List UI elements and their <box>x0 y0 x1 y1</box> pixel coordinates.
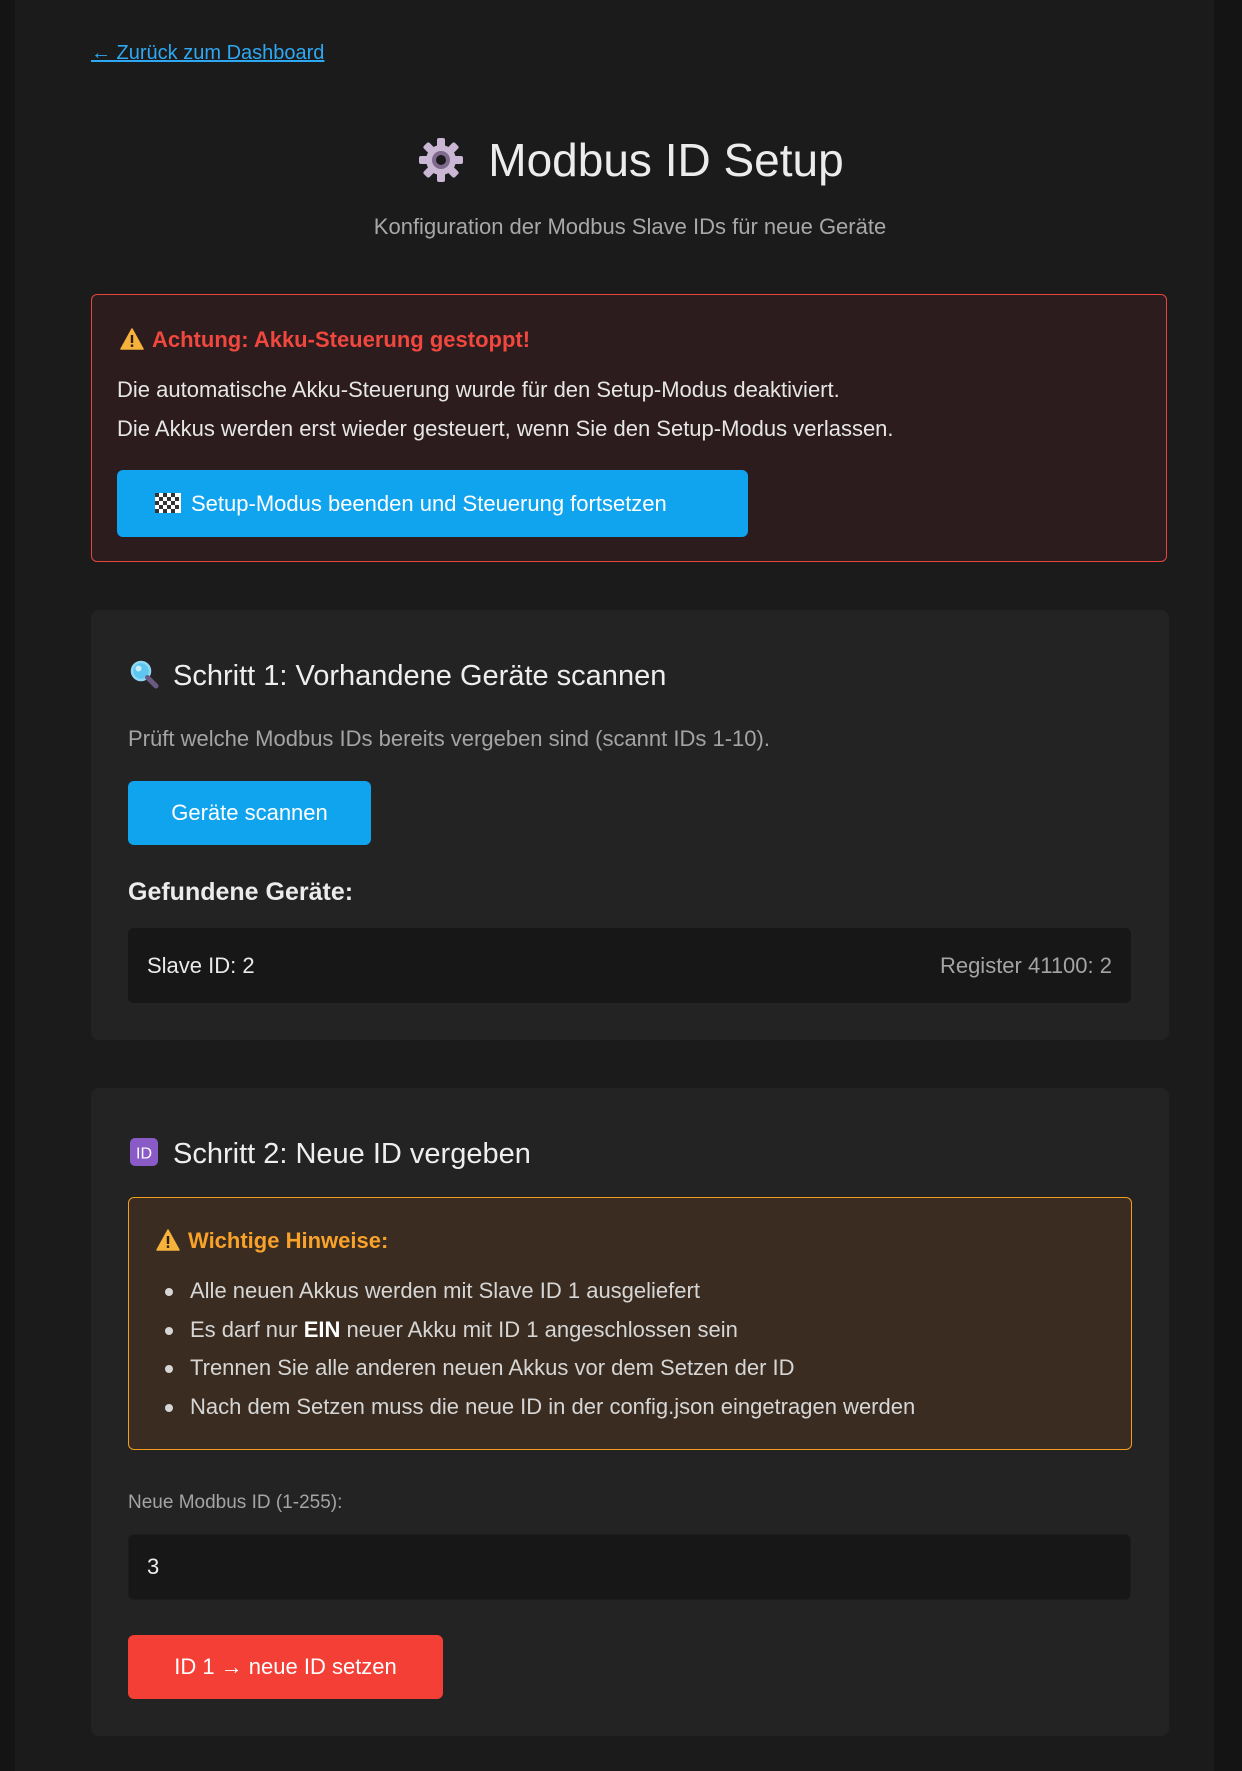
note-text: Trennen Sie alle anderen neuen Akkus vor… <box>190 1355 795 1380</box>
new-id-label: Neue Modbus ID (1-255): <box>128 1492 343 1513</box>
set-new-id-button[interactable]: ID 1 → neue ID setzen <box>128 1635 443 1699</box>
step1-heading: Schritt 1: Vorhandene Geräte scannen <box>129 656 666 696</box>
step2-card: ID Schritt 2: Neue ID vergeben Wichtige … <box>91 1088 1169 1736</box>
bullet <box>165 1326 173 1335</box>
notes-list-item: Alle neuen Akkus werden mit Slave ID 1 a… <box>157 1272 915 1311</box>
notes-title-text: Wichtige Hinweise: <box>188 1228 389 1253</box>
page-title-text: Modbus ID Setup <box>488 134 844 186</box>
notes-title: Wichtige Hinweise: <box>156 1228 388 1254</box>
step1-description: Prüft welche Modbus IDs bereits vergeben… <box>128 726 770 751</box>
step1-heading-text: Schritt 1: Vorhandene Geräte scannen <box>173 660 667 692</box>
svg-text:ID: ID <box>136 1146 152 1163</box>
alert-text-line-1: Die automatische Akku-Steuerung wurde fü… <box>117 377 840 402</box>
note-text: Nach dem Setzen muss die neue ID in der … <box>190 1393 916 1419</box>
warning-icon <box>120 328 144 350</box>
device-slave-id: Slave ID: 2 <box>147 953 255 978</box>
new-modbus-id-input[interactable] <box>128 1534 1131 1600</box>
back-to-dashboard-link[interactable]: ← Zurück zum Dashboard <box>91 42 324 65</box>
alert-title-text: Achtung: Akku-Steuerung gestoppt! <box>152 327 531 352</box>
scan-devices-button[interactable]: Geräte scannen <box>128 781 371 845</box>
alert-title: Achtung: Akku-Steuerung gestoppt! <box>120 327 530 353</box>
important-notes-box: Wichtige Hinweise: Alle neuen Akkus werd… <box>128 1197 1132 1450</box>
step2-heading: ID Schritt 2: Neue ID vergeben <box>129 1134 531 1174</box>
page-title: Modbus ID Setup <box>91 130 1169 190</box>
gear-icon <box>419 137 464 182</box>
id-badge-icon: ID <box>130 1138 158 1167</box>
notes-list-item: Trennen Sie alle anderen neuen Akkus vor… <box>157 1349 915 1388</box>
exit-setup-mode-label: Setup-Modus beenden und Steuerung fortse… <box>191 490 667 516</box>
exit-setup-mode-button[interactable]: Setup-Modus beenden und Steuerung fortse… <box>117 470 748 537</box>
note-text-after: neuer Akku mit ID 1 angeschlossen sein <box>340 1316 738 1342</box>
page-subtitle: Konfiguration der Modbus Slave IDs für n… <box>373 214 887 239</box>
notes-list-item: Nach dem Setzen muss die neue ID in der … <box>157 1388 915 1427</box>
note-text-before: Es darf nur <box>190 1316 304 1342</box>
checkered-flag-icon <box>155 492 181 513</box>
bullet <box>165 1288 173 1296</box>
bullet <box>165 1403 173 1412</box>
step2-heading-text: Schritt 2: Neue ID vergeben <box>173 1138 531 1170</box>
warning-icon <box>156 1229 180 1251</box>
page-panel: ← Zurück zum Dashboard Modbus ID Setup K… <box>15 0 1214 1771</box>
device-register-value: Register 41100: 2 <box>939 953 1112 978</box>
note-text-emphasis: EIN <box>303 1316 341 1342</box>
step1-card: Schritt 1: Vorhandene Geräte scannen Prü… <box>91 610 1169 1040</box>
notes-list-item: Es darf nur EIN neuer Akku mit ID 1 ange… <box>157 1311 915 1350</box>
bullet <box>165 1365 173 1373</box>
note-text: Alle neuen Akkus werden mit Slave ID 1 a… <box>190 1278 700 1303</box>
notes-list: Alle neuen Akkus werden mit Slave ID 1 a… <box>157 1272 915 1426</box>
alert-text-line-2: Die Akkus werden erst wieder gesteuert, … <box>117 416 894 441</box>
device-list-item: Slave ID: 2 Register 41100: 2 <box>128 928 1131 1003</box>
found-devices-label: Gefundene Geräte: <box>128 878 354 906</box>
setup-mode-alert: Achtung: Akku-Steuerung gestoppt! Die au… <box>91 294 1167 562</box>
magnifier-icon <box>130 661 159 689</box>
